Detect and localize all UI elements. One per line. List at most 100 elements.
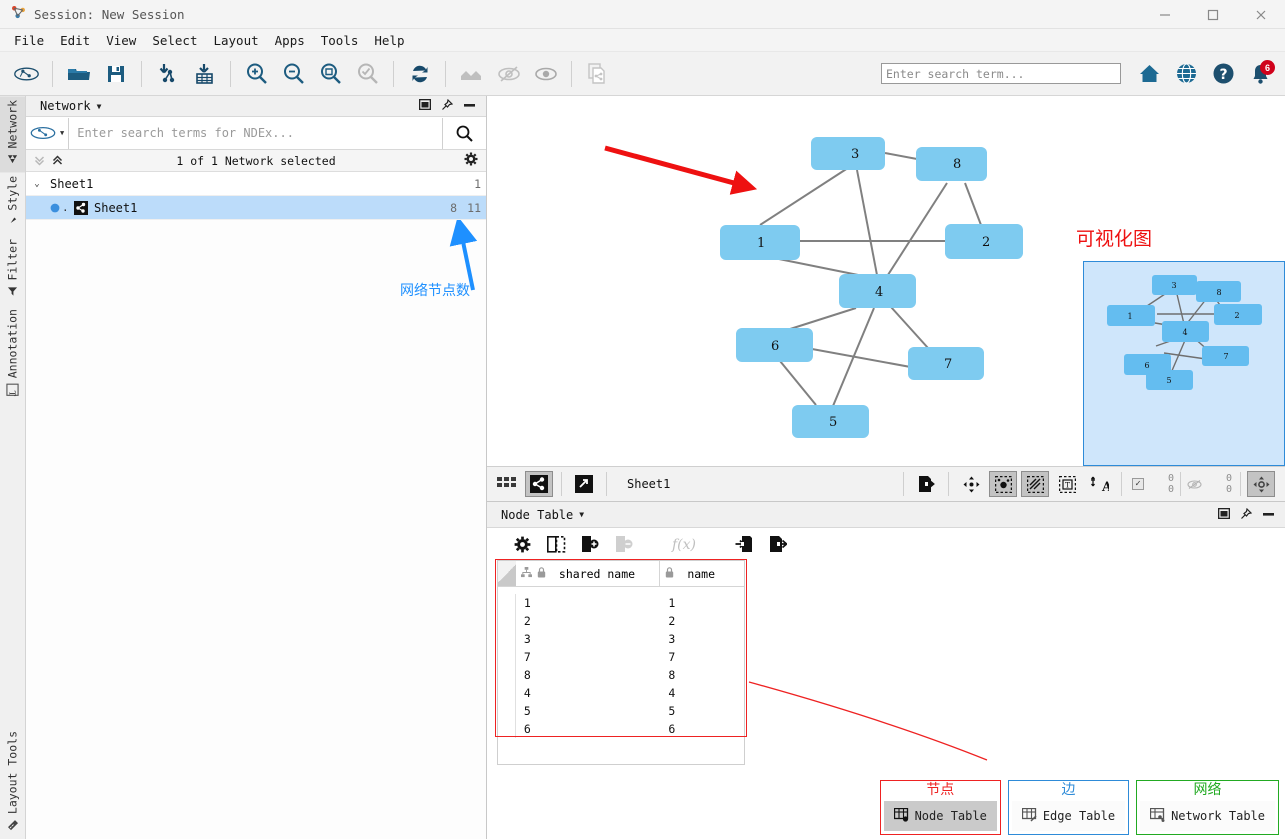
save-icon[interactable] [99, 57, 132, 90]
table-row[interactable]: 2 2 [498, 612, 744, 630]
cell-name[interactable]: 1 [660, 594, 744, 612]
column-header-name[interactable]: name [660, 561, 744, 586]
chevron-down-icon[interactable]: ▼ [97, 102, 102, 111]
menu-layout[interactable]: Layout [205, 31, 266, 50]
menu-edit[interactable]: Edit [52, 31, 98, 50]
tab-edge-table[interactable]: Edge Table [1011, 801, 1126, 831]
delete-column-icon[interactable] [609, 530, 639, 558]
search-icon[interactable] [442, 117, 486, 149]
node-table-grid[interactable]: shared name name 1 1 2 2 3 3 7 7 8 8 4 4… [497, 560, 745, 765]
cell-name[interactable]: 5 [660, 702, 744, 720]
import-table-icon[interactable] [729, 530, 759, 558]
network-minimap[interactable]: 3 8 1 2 4 6 7 5 [1083, 261, 1285, 466]
sidebar-item-annotation[interactable]: T Annotation [0, 305, 25, 404]
tab-network-table[interactable]: Network Table [1140, 801, 1275, 831]
network-tree-root[interactable]: ⌄ Sheet1 1 [26, 172, 486, 196]
checkbox-checked-icon[interactable]: ✓ [1132, 478, 1144, 490]
menu-view[interactable]: View [98, 31, 144, 50]
table-row[interactable]: 1 1 [498, 594, 744, 612]
pin-icon[interactable] [441, 98, 454, 113]
cell-name[interactable]: 6 [660, 720, 744, 738]
home-icon[interactable] [1133, 57, 1166, 90]
grid-view-icon[interactable] [493, 471, 521, 497]
open-folder-icon[interactable] [62, 57, 95, 90]
pin-icon[interactable] [1240, 507, 1253, 522]
maximize-button[interactable] [1189, 0, 1237, 29]
menu-tools[interactable]: Tools [313, 31, 367, 50]
hidden-eye-icon[interactable] [1187, 475, 1202, 494]
export-table-icon[interactable] [763, 530, 793, 558]
table-row[interactable]: 8 8 [498, 666, 744, 684]
globe-icon[interactable] [1170, 57, 1203, 90]
table-row[interactable]: 3 3 [498, 630, 744, 648]
cell-name[interactable]: 3 [660, 630, 744, 648]
sidebar-item-network[interactable]: Network [0, 96, 25, 173]
minimize-icon[interactable] [1262, 508, 1275, 522]
import-network-icon[interactable] [151, 57, 184, 90]
cell-name[interactable]: 4 [660, 684, 744, 702]
chevron-down-icon[interactable]: ▼ [60, 129, 64, 137]
minimize-icon[interactable] [463, 99, 476, 113]
show-all-icon[interactable] [492, 57, 525, 90]
tab-node-table[interactable]: Node Table [883, 801, 997, 831]
chevron-down-icon[interactable]: ▼ [579, 510, 584, 519]
sidebar-item-filter[interactable]: Filter [0, 235, 25, 305]
zoom-out-icon[interactable] [277, 57, 310, 90]
detach-view-icon[interactable] [570, 471, 598, 497]
select-annotations-icon[interactable]: T [1053, 471, 1081, 497]
refresh-layout-icon[interactable] [403, 57, 436, 90]
toggle-labels-icon[interactable]: A [1085, 471, 1113, 497]
import-table-icon[interactable] [188, 57, 221, 90]
close-button[interactable] [1237, 0, 1285, 29]
cell-shared-name[interactable]: 7 [516, 648, 660, 666]
network-view-icon[interactable] [525, 471, 553, 497]
column-header-shared-name[interactable]: shared name [516, 561, 661, 586]
search-input[interactable] [881, 63, 1121, 85]
chevron-down-icon[interactable]: ⌄ [26, 179, 48, 189]
cell-shared-name[interactable]: 1 [516, 594, 660, 612]
table-settings-icon[interactable] [507, 530, 537, 558]
add-column-icon[interactable] [575, 530, 605, 558]
select-columns-icon[interactable] [541, 530, 571, 558]
menu-apps[interactable]: Apps [267, 31, 313, 50]
hide-selected-icon[interactable] [455, 57, 488, 90]
menu-select[interactable]: Select [144, 31, 205, 50]
select-nodes-icon[interactable] [989, 471, 1017, 497]
show-hidden-icon[interactable] [529, 57, 562, 90]
minimize-button[interactable] [1141, 0, 1189, 29]
bell-icon[interactable]: 6 [1244, 57, 1277, 90]
ndex-search-input[interactable] [68, 117, 442, 149]
cell-shared-name[interactable]: 4 [516, 684, 660, 702]
help-icon[interactable]: ? [1207, 57, 1240, 90]
menu-file[interactable]: File [6, 31, 52, 50]
table-row[interactable]: 7 7 [498, 648, 744, 666]
table-row[interactable]: 6 6 [498, 720, 744, 738]
zoom-selected-icon[interactable] [351, 57, 384, 90]
table-row[interactable]: 4 4 [498, 684, 744, 702]
zoom-in-icon[interactable] [240, 57, 273, 90]
sidebar-item-layout-tools[interactable]: Layout Tools [0, 719, 25, 839]
fit-content-icon[interactable] [1247, 471, 1275, 497]
float-window-icon[interactable] [1217, 507, 1231, 522]
function-builder-icon[interactable]: f(x) [663, 530, 705, 558]
gear-icon[interactable] [464, 152, 478, 170]
zoom-fit-icon[interactable] [314, 57, 347, 90]
cell-shared-name[interactable]: 2 [516, 612, 660, 630]
select-edges-icon[interactable] [1021, 471, 1049, 497]
cell-shared-name[interactable]: 8 [516, 666, 660, 684]
export-image-icon[interactable] [912, 471, 940, 497]
float-window-icon[interactable] [418, 98, 432, 113]
network-view-canvas[interactable]: 3 8 1 2 4 6 7 5 可视化图 3 8 1 2 4 6 7 5 [487, 96, 1285, 467]
cell-shared-name[interactable]: 5 [516, 702, 660, 720]
cell-name[interactable]: 7 [660, 648, 744, 666]
cell-shared-name[interactable]: 6 [516, 720, 660, 738]
new-network-icon[interactable] [10, 57, 43, 90]
pan-mode-icon[interactable] [957, 471, 985, 497]
network-tree-item[interactable]: . Sheet1 8 11 [26, 196, 486, 220]
cell-shared-name[interactable]: 3 [516, 630, 660, 648]
ndex-logo-icon[interactable] [26, 124, 60, 142]
table-row[interactable]: 5 5 [498, 702, 744, 720]
cell-name[interactable]: 2 [660, 612, 744, 630]
cell-name[interactable]: 8 [660, 666, 744, 684]
new-subnetwork-icon[interactable] [581, 57, 614, 90]
